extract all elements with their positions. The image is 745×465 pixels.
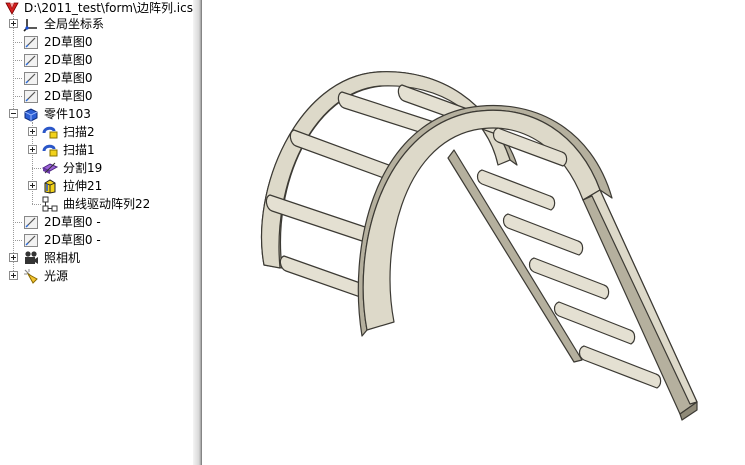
tree-item-sketch[interactable]: 2D草图0 xyxy=(0,51,193,69)
front-arch-face xyxy=(362,109,601,331)
sweep-icon xyxy=(42,142,58,158)
tree-item-camera[interactable]: 照相机 xyxy=(0,249,193,267)
coordinate-system-icon xyxy=(23,16,39,32)
tree-item-label: 2D草图0 - xyxy=(44,215,101,229)
expand-toggle[interactable] xyxy=(28,127,37,136)
tree-item-global-coordinate-system[interactable]: 全局坐标系 xyxy=(0,15,193,33)
tree-item-label: 扫描1 xyxy=(63,143,95,157)
tree-item-sweep[interactable]: 扫描1 xyxy=(0,141,193,159)
tree-item-label: 拉伸21 xyxy=(63,179,103,193)
tree-item-sketch[interactable]: 2D草图0 xyxy=(0,87,193,105)
expand-toggle[interactable] xyxy=(9,253,18,262)
tree-item-label: 扫描2 xyxy=(63,125,95,139)
expand-toggle[interactable] xyxy=(9,19,18,28)
tree-item-sketch[interactable]: 2D草图0 - xyxy=(0,231,193,249)
tree-item-label: 2D草图0 xyxy=(44,53,93,67)
curve-pattern-icon xyxy=(42,196,58,212)
panel-splitter[interactable] xyxy=(193,0,202,465)
tree-item-sketch[interactable]: 2D草图0 xyxy=(0,33,193,51)
collapse-toggle[interactable] xyxy=(9,109,18,118)
camera-icon xyxy=(23,250,39,266)
sketch-icon xyxy=(23,232,39,248)
light-icon xyxy=(23,268,39,284)
sketch-icon xyxy=(23,34,39,50)
tree-item-light[interactable]: 光源 xyxy=(0,267,193,285)
sketch-icon xyxy=(23,52,39,68)
tree-item-part[interactable]: 零件103 xyxy=(0,105,193,123)
tree-item-label: 曲线驱动阵列22 xyxy=(63,197,151,211)
tree-item-label: 光源 xyxy=(44,269,69,283)
sketch-icon xyxy=(23,70,39,86)
part-icon xyxy=(23,106,39,122)
expand-toggle[interactable] xyxy=(28,145,37,154)
sketch-icon xyxy=(23,214,39,230)
tree-item-sketch[interactable]: 2D草图0 - xyxy=(0,213,193,231)
sweep-icon xyxy=(42,124,58,140)
ladder-rear-rail xyxy=(447,149,583,363)
expand-toggle[interactable] xyxy=(28,181,37,190)
tree-item-split[interactable]: 分割19 xyxy=(0,159,193,177)
tree-item-extrude[interactable]: 拉伸21 xyxy=(0,177,193,195)
split-icon xyxy=(42,160,58,176)
tree-item-label: 全局坐标系 xyxy=(44,17,105,31)
tree-item-label: 照相机 xyxy=(44,251,81,265)
tree-item-label: 2D草图0 xyxy=(44,71,93,85)
3d-viewport[interactable] xyxy=(202,0,745,465)
tree-item-label: 2D草图0 xyxy=(44,89,93,103)
document-icon xyxy=(4,0,20,16)
extrude-icon xyxy=(42,178,58,194)
tree-item-curve-pattern[interactable]: 曲线驱动阵列22 xyxy=(0,195,193,213)
tree-item-sketch[interactable]: 2D草图0 xyxy=(0,69,193,87)
tree-root-label: D:\2011_test\form\边阵列.ics xyxy=(24,1,193,15)
tree-item-label: 2D草图0 xyxy=(44,35,93,49)
tree-item-sweep[interactable]: 扫描2 xyxy=(0,123,193,141)
expand-toggle[interactable] xyxy=(9,271,18,280)
feature-tree-panel: D:\2011_test\form\边阵列.ics 全局坐标系 2D草图0 2D… xyxy=(0,0,193,465)
tree-item-label: 分割19 xyxy=(63,161,103,175)
sketch-icon xyxy=(23,88,39,104)
tree-item-label: 2D草图0 - xyxy=(44,233,101,247)
tree-item-label: 零件103 xyxy=(44,107,91,121)
3d-model-view[interactable] xyxy=(202,0,745,465)
